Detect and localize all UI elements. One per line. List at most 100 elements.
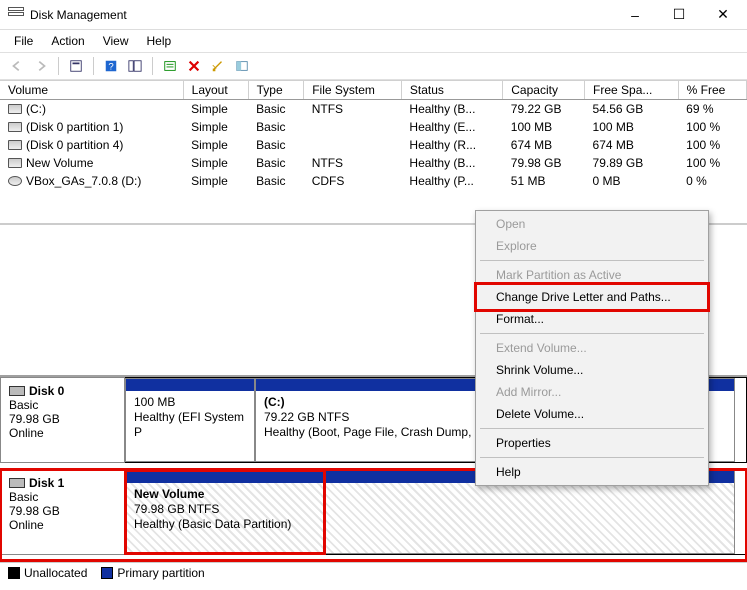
column-header[interactable]: Capacity [503, 81, 585, 100]
disk-icon [8, 158, 22, 168]
cell: (Disk 0 partition 1) [0, 118, 183, 136]
context-menu-item: Explore [478, 235, 706, 257]
table-row[interactable]: VBox_GAs_7.0.8 (D:)SimpleBasicCDFSHealth… [0, 172, 747, 190]
partition-stripe [126, 379, 254, 391]
cell: 54.56 GB [585, 100, 679, 119]
disk-type: Basic [9, 490, 116, 504]
refresh-button[interactable] [159, 55, 181, 77]
cell: Simple [183, 100, 248, 119]
partition-size: 100 MB [134, 395, 175, 409]
partition-body: New Volume79.98 GB NTFSHealthy (Basic Da… [126, 483, 324, 553]
disk-info[interactable]: Disk 1Basic79.98 GBOnline [0, 469, 125, 555]
context-menu-item[interactable]: Format... [478, 308, 706, 330]
disk-state: Online [9, 426, 116, 440]
disk-info[interactable]: Disk 0Basic79.98 GBOnline [0, 377, 125, 463]
context-menu-item[interactable]: Shrink Volume... [478, 359, 706, 381]
menu-separator [480, 457, 704, 458]
properties-button[interactable] [207, 55, 229, 77]
disk-size: 79.98 GB [9, 504, 116, 518]
column-header[interactable]: Status [401, 81, 502, 100]
cell: Basic [248, 100, 304, 119]
disk-label: Disk 0 [29, 384, 64, 398]
cell: Basic [248, 136, 304, 154]
close-button[interactable]: ✕ [701, 1, 745, 29]
cell: NTFS [304, 100, 402, 119]
menubar: File Action View Help [0, 30, 747, 52]
cell: (Disk 0 partition 4) [0, 136, 183, 154]
cell: NTFS [304, 154, 402, 172]
menu-file[interactable]: File [6, 32, 41, 50]
column-header[interactable]: Type [248, 81, 304, 100]
show-hide-tree-button[interactable] [124, 55, 146, 77]
cell: Healthy (R... [401, 136, 502, 154]
legend-primary: Primary partition [101, 566, 204, 580]
table-row[interactable]: (Disk 0 partition 1)SimpleBasicHealthy (… [0, 118, 747, 136]
context-menu-item[interactable]: Delete Volume... [478, 403, 706, 425]
cell: 79.98 GB [503, 154, 585, 172]
cell: 100 MB [503, 118, 585, 136]
disk-state: Online [9, 518, 116, 532]
table-row[interactable]: New VolumeSimpleBasicNTFSHealthy (B...79… [0, 154, 747, 172]
help-button[interactable]: ? [100, 55, 122, 77]
minimize-button[interactable]: – [613, 1, 657, 29]
cell: Healthy (B... [401, 100, 502, 119]
maximize-button[interactable]: ☐ [657, 1, 701, 29]
cell [304, 118, 402, 136]
legend-unallocated: Unallocated [8, 566, 87, 580]
window-title: Disk Management [30, 8, 127, 22]
delete-button[interactable] [183, 55, 205, 77]
toolbar-sep [58, 57, 59, 75]
partition-status: Healthy (Boot, Page File, Crash Dump, B [264, 425, 483, 439]
cell: Basic [248, 172, 304, 190]
partition-view-button[interactable] [231, 55, 253, 77]
square-icon [101, 567, 113, 579]
cell: (C:) [0, 100, 183, 119]
context-menu: OpenExploreMark Partition as ActiveChang… [475, 210, 709, 486]
cell: 0 MB [585, 172, 679, 190]
table-row[interactable]: (Disk 0 partition 4)SimpleBasicHealthy (… [0, 136, 747, 154]
square-icon [8, 567, 20, 579]
disk-size: 79.98 GB [9, 412, 116, 426]
partition-status: Healthy (Basic Data Partition) [134, 517, 291, 531]
table-row[interactable]: (C:)SimpleBasicNTFSHealthy (B...79.22 GB… [0, 100, 747, 119]
context-menu-item[interactable]: Change Drive Letter and Paths... [478, 286, 706, 308]
toolbar-sep [93, 57, 94, 75]
column-header[interactable]: % Free [678, 81, 746, 100]
partition[interactable]: 100 MBHealthy (EFI System P [125, 378, 255, 462]
column-header[interactable]: Free Spa... [585, 81, 679, 100]
partition-stripe [126, 471, 324, 483]
context-menu-item[interactable]: Help [478, 461, 706, 483]
volume-list-pane: VolumeLayoutTypeFile SystemStatusCapacit… [0, 80, 747, 225]
cell: Healthy (E... [401, 118, 502, 136]
back-button[interactable] [6, 55, 28, 77]
partition-title: New Volume [134, 487, 204, 501]
cell: Healthy (P... [401, 172, 502, 190]
toolbar: ? [0, 52, 747, 80]
partition-status: Healthy (EFI System P [134, 410, 244, 439]
context-menu-item[interactable]: Properties [478, 432, 706, 454]
disk-type: Basic [9, 398, 116, 412]
menu-action[interactable]: Action [43, 32, 92, 50]
cell [304, 136, 402, 154]
app-icon [8, 7, 24, 23]
partition-body: 100 MBHealthy (EFI System P [126, 391, 254, 461]
menu-help[interactable]: Help [139, 32, 180, 50]
disk-icon [8, 122, 22, 132]
hdd-icon [9, 478, 25, 488]
view-settings-button[interactable] [65, 55, 87, 77]
column-header[interactable]: Layout [183, 81, 248, 100]
cell: Simple [183, 172, 248, 190]
cell: 79.89 GB [585, 154, 679, 172]
titlebar: Disk Management – ☐ ✕ [0, 0, 747, 30]
column-header[interactable]: File System [304, 81, 402, 100]
cell: 100 % [678, 154, 746, 172]
partition[interactable]: New Volume79.98 GB NTFSHealthy (Basic Da… [125, 470, 325, 554]
cell: 79.22 GB [503, 100, 585, 119]
column-header[interactable]: Volume [0, 81, 183, 100]
menu-separator [480, 333, 704, 334]
forward-button[interactable] [30, 55, 52, 77]
window-controls: – ☐ ✕ [613, 1, 745, 29]
cell: New Volume [0, 154, 183, 172]
context-menu-item: Extend Volume... [478, 337, 706, 359]
menu-view[interactable]: View [95, 32, 137, 50]
